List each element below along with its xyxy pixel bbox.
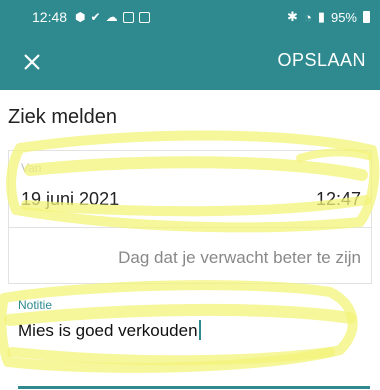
app-bar: OPSLAAN [0, 34, 380, 90]
end-date-placeholder: Dag dat je verwacht beter te zijn [118, 248, 361, 267]
cloud-icon: ☁ [105, 10, 118, 24]
status-right: ✱ ◔ ▮ 95% [287, 9, 370, 25]
square-check-icon [138, 11, 150, 23]
save-button[interactable]: OPSLAAN [277, 50, 366, 71]
battery-percent: 95% [330, 9, 357, 25]
notification-icons: ⬢ ✔ ☁ [75, 10, 150, 24]
bluetooth-icon: ✱ [287, 9, 298, 24]
check-icon: ✔ [90, 10, 101, 24]
close-button[interactable] [16, 46, 48, 78]
start-date-label: Van [21, 161, 42, 175]
k-icon [122, 11, 134, 23]
note-underline [18, 386, 370, 389]
note-input[interactable]: Mies is goed verkouden [18, 320, 201, 341]
shield-icon: ⬢ [75, 10, 86, 24]
start-date-field[interactable]: Van 19 juni 2021 12:47 [8, 150, 372, 228]
text-caret [198, 320, 201, 340]
status-time: 12:48 [32, 9, 68, 25]
signal-icon: ▮ [317, 9, 325, 24]
start-date-value[interactable]: 19 juni 2021 [21, 189, 119, 210]
end-date-field[interactable]: Dag dat je verwacht beter te zijn [8, 228, 372, 284]
note-label: Notitie [18, 298, 53, 312]
start-time-value[interactable]: 12:47 [316, 189, 361, 210]
close-icon [24, 54, 40, 70]
battery-icon [363, 11, 370, 23]
note-field[interactable]: Notitie Mies is goed verkouden [0, 286, 380, 376]
wifi-icon: ◔ [303, 9, 312, 25]
status-bar: 12:48 ⬢ ✔ ☁ ✱ ◔ ▮ 95% [0, 0, 380, 34]
note-text: Mies is goed verkouden [18, 321, 198, 340]
page-title: Ziek melden [8, 106, 117, 128]
